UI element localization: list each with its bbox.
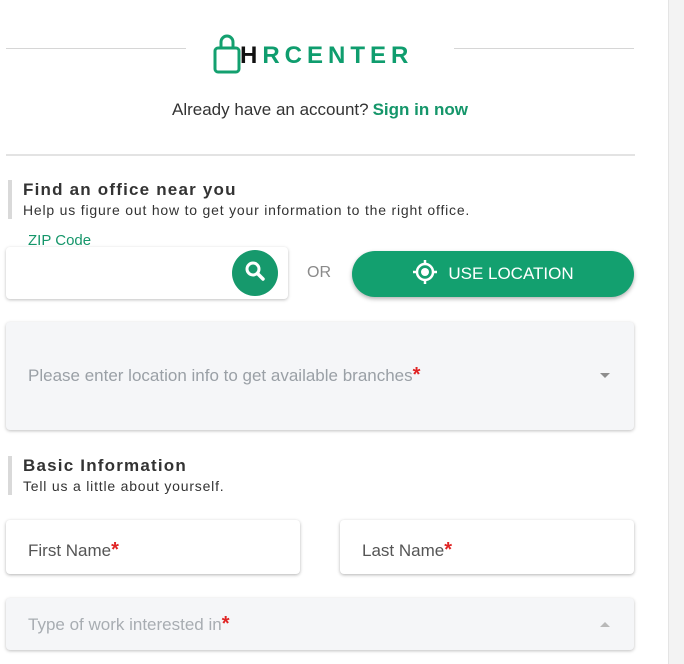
- hrcenter-logo: HRCENTER: [212, 22, 432, 74]
- required-asterisk: *: [412, 364, 421, 386]
- last-name-label: Last Name*: [362, 539, 452, 562]
- sign-in-link[interactable]: Sign in now: [373, 100, 468, 119]
- office-section-title: Find an office near you: [23, 180, 237, 199]
- work-type-select[interactable]: Type of work interested in*: [6, 598, 634, 650]
- use-location-button[interactable]: USE LOCATION: [352, 251, 634, 297]
- branch-select-placeholder: Please enter location info to get availa…: [28, 364, 420, 387]
- header-divider: [6, 154, 635, 156]
- header-line-left: [6, 48, 186, 49]
- zip-field: [6, 247, 288, 299]
- logo-text: HRCENTER: [240, 44, 413, 74]
- basic-section-header: Basic Information Tell us a little about…: [8, 456, 224, 495]
- location-target-icon: [412, 259, 448, 290]
- first-name-label: First Name*: [28, 539, 119, 562]
- office-section-subtitle: Help us figure out how to get your infor…: [23, 202, 471, 218]
- account-line: Already have an account? Sign in now: [0, 100, 640, 120]
- lock-icon: [212, 32, 242, 74]
- required-asterisk: *: [444, 539, 452, 561]
- branch-select[interactable]: Please enter location info to get availa…: [6, 322, 634, 430]
- branch-placeholder-text: Please enter location info to get availa…: [28, 366, 413, 385]
- work-type-placeholder: Type of work interested in*: [28, 613, 230, 636]
- office-section-header: Find an office near you Help us figure o…: [8, 180, 470, 219]
- first-name-field[interactable]: First Name*: [6, 520, 300, 574]
- last-name-label-text: Last Name: [362, 541, 445, 560]
- chevron-up-icon: [600, 622, 610, 627]
- chevron-down-icon: [600, 373, 610, 378]
- use-location-label: USE LOCATION: [448, 264, 574, 283]
- first-name-label-text: First Name: [28, 541, 112, 560]
- scrollbar[interactable]: [668, 0, 684, 664]
- required-asterisk: *: [221, 613, 230, 635]
- zip-search-button[interactable]: [232, 250, 278, 296]
- or-separator: OR: [307, 264, 331, 281]
- last-name-field[interactable]: Last Name*: [340, 520, 634, 574]
- logo-text-rcenter: RCENTER: [262, 42, 414, 69]
- required-asterisk: *: [111, 539, 119, 561]
- header-line-right: [454, 48, 634, 49]
- work-type-placeholder-text: Type of work interested in: [28, 615, 222, 634]
- logo-text-h: H: [240, 42, 263, 69]
- account-prompt: Already have an account?: [172, 100, 369, 119]
- basic-section-title: Basic Information: [23, 456, 187, 475]
- search-icon: [244, 260, 266, 287]
- zip-input[interactable]: [14, 259, 228, 289]
- basic-section-subtitle: Tell us a little about yourself.: [23, 478, 225, 494]
